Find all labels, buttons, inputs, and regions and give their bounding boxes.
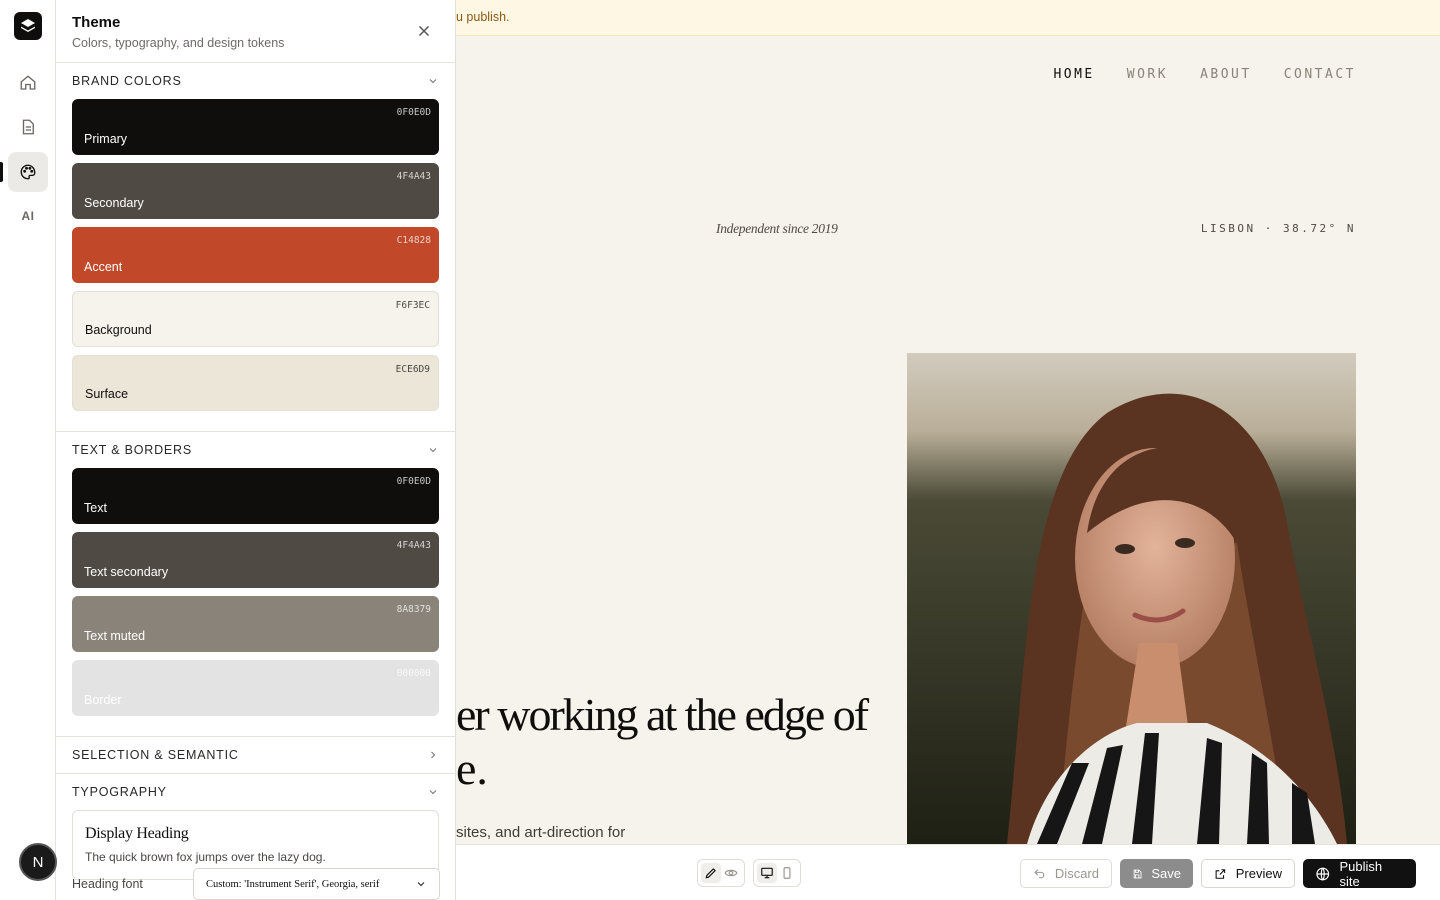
undo-icon [1034, 868, 1045, 878]
chevron-right-icon [431, 751, 436, 759]
preview-label: Preview [1235, 866, 1282, 881]
device-toggle [753, 859, 801, 887]
color-swatch-border[interactable]: 000000 Border [72, 660, 439, 716]
swatch-hex: 4F4A43 [396, 540, 431, 551]
swatch-name: Text secondary [84, 565, 169, 579]
discard-label: Discard [1054, 866, 1099, 881]
nav-link-home[interactable]: HOME [1053, 67, 1094, 82]
section-title: TYPOGRAPHY [72, 785, 167, 799]
eye-icon[interactable] [721, 863, 741, 883]
app-logo-icon[interactable] [14, 12, 42, 40]
swatch-name: Text [84, 501, 107, 515]
swatch-name: Text muted [84, 629, 146, 643]
section-title: TEXT & BORDERS [72, 443, 193, 457]
save-button[interactable]: Save [1120, 859, 1193, 888]
swatch-hex: C14828 [396, 235, 431, 246]
swatch-hex: ECE6D9 [395, 364, 430, 375]
panel-title: Theme [72, 14, 121, 31]
heading-font-label: Heading font [72, 877, 143, 891]
site-nav: HOME WORK ABOUT CONTACT [1053, 67, 1356, 82]
color-swatch-surface[interactable]: ECE6D9 Surface [72, 355, 439, 411]
color-swatch-primary[interactable]: 0F0E0D Primary [72, 99, 439, 155]
home-icon[interactable] [8, 63, 48, 103]
color-swatch-text-muted[interactable]: 8A8379 Text muted [72, 596, 439, 652]
hero-heading-line1: er working at the edge of [456, 689, 869, 740]
hero-heading-line2: e. [456, 743, 488, 794]
section-title: SELECTION & SEMANTIC [72, 748, 239, 762]
preview-button[interactable]: Preview [1201, 859, 1295, 888]
heading-font-select[interactable]: Custom: 'Instrument Serif', Georgia, ser… [193, 868, 440, 900]
site-tagline: Independent since 2019 [716, 221, 838, 236]
chevron-down-icon [417, 882, 425, 887]
swatch-name: Surface [85, 387, 129, 401]
heading-font-row: Heading font Custom: 'Instrument Serif',… [72, 868, 440, 900]
section-typography[interactable]: TYPOGRAPHY [56, 774, 455, 810]
nav-link-contact[interactable]: CONTACT [1284, 67, 1356, 82]
section-text-borders[interactable]: TEXT & BORDERS [56, 432, 455, 468]
unpublished-banner: u publish. [456, 0, 1440, 36]
panel-header: Theme Colors, typography, and design tok… [56, 0, 455, 63]
swatch-hex: F6F3EC [395, 300, 430, 311]
swatch-hex: 0F0E0D [396, 476, 431, 487]
heading-font-value: Custom: 'Instrument Serif', Georgia, ser… [206, 878, 380, 890]
desktop-icon[interactable] [757, 863, 777, 883]
nav-link-about[interactable]: ABOUT [1200, 67, 1252, 82]
globe-icon [1316, 867, 1330, 881]
mobile-icon[interactable] [777, 863, 797, 883]
section-brand-colors[interactable]: BRAND COLORS [56, 63, 455, 99]
ai-assistant-button[interactable]: AI [8, 196, 48, 236]
chevron-down-icon [429, 79, 437, 84]
color-swatch-background[interactable]: F6F3EC Background [72, 291, 439, 347]
swatch-name: Primary [84, 132, 128, 146]
swatch-hex: 0F0E0D [396, 107, 431, 118]
swatch-hex: 8A8379 [396, 604, 431, 615]
active-indicator [0, 162, 3, 182]
icon-rail: AI N [0, 0, 57, 900]
brand-swatch-list: 0F0E0D Primary 4F4A43 Secondary C14828 Accent… [56, 99, 455, 432]
save-icon [1133, 869, 1142, 878]
display-heading-sample: Display Heading [85, 825, 189, 842]
publish-button[interactable]: Publish site [1303, 858, 1416, 889]
pencil-icon[interactable] [701, 863, 721, 883]
palette-icon[interactable] [8, 152, 48, 192]
swatch-name: Border [84, 693, 122, 707]
swatch-hex: 000000 [396, 668, 431, 679]
banner-text: u publish. [456, 10, 510, 24]
swatch-name: Background [85, 323, 152, 337]
color-swatch-text[interactable]: 0F0E0D Text [72, 468, 439, 524]
color-swatch-secondary[interactable]: 4F4A43 Secondary [72, 163, 439, 219]
save-label: Save [1151, 866, 1181, 881]
swatch-name: Accent [84, 260, 123, 274]
editor-toolbar: Discard Save Preview Publish site [456, 844, 1440, 900]
chevron-down-icon [429, 790, 437, 795]
section-selection-semantic[interactable]: SELECTION & SEMANTIC [56, 737, 455, 774]
pages-icon[interactable] [8, 107, 48, 147]
publish-label: Publish site [1339, 858, 1383, 889]
edit-mode-toggle [697, 859, 745, 887]
discard-button[interactable]: Discard [1020, 859, 1112, 888]
site-location: LISBON · 38.72° N [1200, 222, 1356, 235]
avatar[interactable]: N [19, 843, 57, 881]
swatch-hex: 4F4A43 [396, 171, 431, 182]
color-swatch-accent[interactable]: C14828 Accent [72, 227, 439, 283]
close-icon[interactable] [415, 22, 433, 40]
section-title: BRAND COLORS [72, 74, 182, 88]
theme-panel: Theme Colors, typography, and design tok… [56, 0, 456, 900]
color-swatch-text-secondary[interactable]: 4F4A43 Text secondary [72, 532, 439, 588]
body-sample-text: The quick brown fox jumps over the lazy … [85, 850, 326, 864]
nav-link-work[interactable]: WORK [1127, 67, 1168, 82]
text-swatch-list: 0F0E0D Text 4F4A43 Text secondary 8A8379 Text… [56, 468, 455, 737]
hero-subtext: sites, and art-direction for [456, 824, 626, 841]
swatch-name: Secondary [84, 196, 144, 210]
panel-subtitle: Colors, typography, and design tokens [72, 36, 285, 50]
hero-portrait-image [907, 353, 1356, 844]
external-link-icon [1215, 868, 1226, 879]
chevron-down-icon [429, 448, 437, 453]
